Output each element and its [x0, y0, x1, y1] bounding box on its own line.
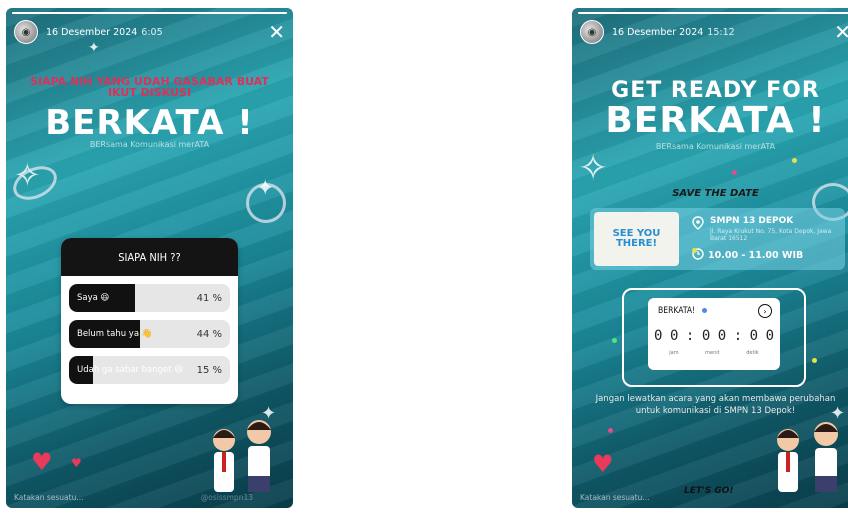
poll-widget: SIAPA NIH ?? Saya 😆 41 % Belum tahu ya 👋…	[61, 238, 238, 404]
poll-option-label: Udah ga sabar banget 😆	[77, 365, 184, 375]
countdown-widget[interactable]: BERKATA! › 0 0 : 0 0 : 0 0 jam menit det…	[648, 298, 780, 370]
countdown-digits: 0 0 : 0 0 : 0 0	[654, 328, 774, 344]
story-time: 15:12	[707, 26, 735, 38]
countdown-units: jam menit detik	[669, 350, 759, 356]
subtitle: BERsama Komunikasi merATA	[655, 142, 776, 151]
chevron-right-icon[interactable]: ›	[758, 304, 772, 318]
poll-option[interactable]: Udah ga sabar banget 😆 15 %	[69, 356, 230, 384]
save-the-date-label: SAVE THE DATE	[672, 188, 759, 199]
avatar[interactable]: ◉	[580, 20, 604, 44]
heart-icon: ♥	[71, 456, 82, 470]
heart-icon[interactable]: ♥	[31, 448, 53, 476]
story-header: ◉ 16 Desember 2024 6:05 ✕	[14, 18, 285, 46]
see-you-line2: THERE!	[615, 238, 658, 249]
sparkle-icon: ✦	[256, 176, 275, 201]
poll-option[interactable]: Belum tahu ya 👋 44 %	[69, 320, 230, 348]
countdown-title: BERKATA!	[658, 306, 696, 316]
story-right[interactable]: ◉ 16 Desember 2024 15:12 ✕ GET READY FOR…	[572, 8, 848, 508]
comment-input[interactable]: Katakan sesuatu...	[580, 493, 650, 502]
event-time: 10.00 - 11.00 WIB	[708, 250, 804, 261]
event-info-box: SEE YOU THERE! SMPN 13 DEPOK Jl. Raya Kr…	[590, 208, 845, 270]
poll-option-percent: 44 %	[196, 328, 222, 340]
avatar[interactable]: ◉	[14, 20, 38, 44]
big-title: BERKATA !	[605, 100, 826, 141]
star-icon: ✧	[578, 148, 609, 189]
poll-option-label: Saya 😆	[77, 293, 110, 303]
headline-small: SIAPA NIH YANG UDAH GASABAR BUAT IKUT DI…	[30, 75, 269, 99]
big-title: BERKATA !	[45, 103, 254, 143]
story-date: 16 Desember 2024	[46, 26, 138, 38]
students-illustration	[213, 420, 271, 492]
poll-option-label: Belum tahu ya 👋	[77, 329, 153, 339]
poll-option[interactable]: Saya 😆 41 %	[69, 284, 230, 312]
countdown-frame: BERKATA! › 0 0 : 0 0 : 0 0 jam menit det…	[622, 288, 806, 387]
story-header: ◉ 16 Desember 2024 15:12 ✕	[580, 18, 848, 46]
event-address: Jl. Raya Krukut No. 75, Kota Depok, Jawa…	[710, 228, 832, 242]
see-you-there-badge: SEE YOU THERE!	[594, 212, 679, 266]
poll-question: SIAPA NIH ??	[61, 238, 238, 276]
story-progress-bar	[578, 12, 848, 14]
close-icon[interactable]: ✕	[834, 22, 848, 42]
event-location: SMPN 13 DEPOK	[710, 216, 794, 226]
location-pin-icon	[692, 216, 704, 230]
footer-handle: @osissmpn13	[200, 493, 253, 502]
story-time: 6:05	[141, 26, 163, 38]
story-date: 16 Desember 2024	[612, 26, 704, 38]
story-progress-bar	[12, 12, 287, 14]
lets-go-label: LET'S GO!	[684, 486, 734, 496]
close-icon[interactable]: ✕	[268, 22, 285, 42]
subtitle: BERsama Komunikasi merATA	[89, 140, 210, 149]
students-illustration	[777, 422, 838, 492]
heart-icon[interactable]: ♥	[592, 450, 614, 478]
poll-option-percent: 15 %	[196, 364, 222, 376]
story-left[interactable]: ◉ 16 Desember 2024 6:05 ✕ ✦ SIAPA NIH YA…	[6, 8, 293, 508]
poll-option-percent: 41 %	[196, 292, 222, 304]
comment-input[interactable]: Katakan sesuatu...	[14, 493, 84, 502]
